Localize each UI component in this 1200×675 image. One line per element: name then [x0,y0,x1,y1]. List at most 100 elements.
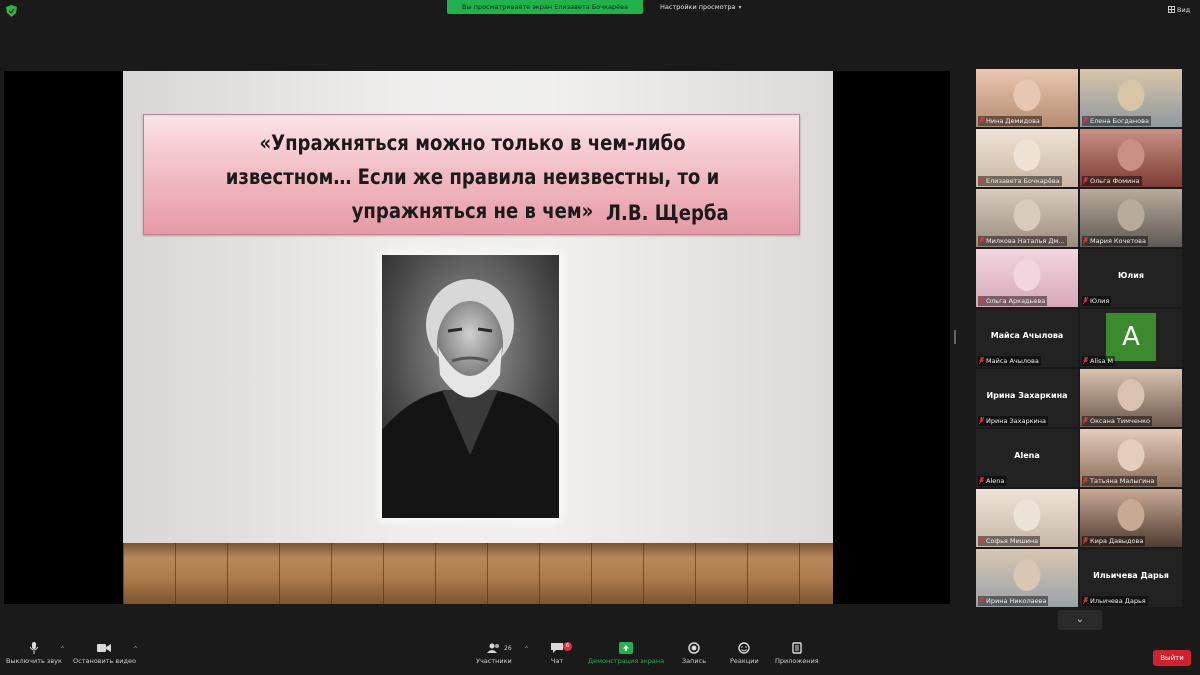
top-bar: Вы просматриваете экран Елизавета Бочкар… [0,0,1200,22]
participant-tile[interactable]: Кира Давыдова [1080,489,1182,547]
quote-author: Л.В. Щерба [606,201,729,225]
audio-options-caret[interactable]: ^ [60,646,65,653]
layout-view-button[interactable]: Вид [1168,6,1190,14]
participant-tile[interactable]: A Alisa M [1080,309,1182,367]
participant-tile[interactable]: Мария Кочетова [1080,189,1182,247]
participants-icon [486,643,499,653]
participant-name-label: Нина Демидова [978,116,1042,126]
participant-tile[interactable]: Елена Богданова [1080,69,1182,127]
participant-name-label: Alena [978,476,1007,486]
participant-tile[interactable]: Оксана Тимченко [1080,369,1182,427]
muted-microphone-icon [1083,117,1088,124]
resize-handle[interactable] [954,330,956,344]
muted-microphone-icon [979,117,984,124]
apps-icon [792,642,802,654]
participant-name-label: Татьяна Малыгина [1082,476,1157,486]
participant-avatar: A [1106,313,1156,361]
participant-tile[interactable]: Alena Alena [976,429,1078,487]
participant-tile[interactable]: Нина Демидова [976,69,1078,127]
participant-tile[interactable]: Милкова Наталья Дм... [976,189,1078,247]
microphone-icon [29,642,39,654]
record-button[interactable]: Запись [682,642,706,665]
chat-label: Чат [550,657,564,665]
muted-microphone-icon [979,537,984,544]
mute-button[interactable]: Выключить звук [6,642,62,665]
participant-name: Оксана Тимченко [1090,417,1150,425]
participant-name: Кира Давыдова [1090,537,1144,545]
participant-display-name: Alena [1014,451,1040,460]
participants-label: Участники [476,657,512,665]
gallery-scroll-down-button[interactable]: ⌄ [1058,610,1102,630]
muted-microphone-icon [979,417,984,424]
participant-name-label: Ирина Захаркина [978,416,1049,426]
reactions-icon [738,642,751,654]
chevron-down-icon: ▾ [738,4,742,11]
participant-name: Ильичева Дарья [1090,597,1146,605]
participant-tile[interactable]: Юлия Юлия [1080,249,1182,307]
muted-microphone-icon [979,357,984,364]
zoom-meeting-window: Вы просматриваете экран Елизавета Бочкар… [0,0,1200,675]
leave-meeting-button[interactable]: Выйти [1153,650,1191,666]
stop-video-label: Остановить видео [73,657,136,665]
muted-microphone-icon [1083,477,1088,484]
grid-icon [1168,6,1175,13]
participant-tile[interactable]: Ольга Аркадьева [976,249,1078,307]
participant-name: Софья Мишина [986,537,1039,545]
muted-microphone-icon [1083,177,1088,184]
apps-button[interactable]: Приложения [775,642,819,665]
reactions-button[interactable]: Реакции [730,642,759,665]
participant-name: Мария Кочетова [1090,237,1146,245]
participant-name: Alisa M [1090,357,1114,365]
participant-tile[interactable]: Татьяна Малыгина [1080,429,1182,487]
participant-name-label: Мария Кочетова [1082,236,1148,246]
participant-display-name: Юлия [1118,271,1144,280]
view-options-label: Настройки просмотра [660,3,736,11]
participant-tile[interactable]: Майса Ачылова Майса Ачылова [976,309,1078,367]
chat-button[interactable]: Чат [550,642,564,665]
participant-name: Ольга Аркадьева [986,297,1046,305]
participant-name-label: Майса Ачылова [978,356,1041,366]
muted-microphone-icon [979,297,984,304]
wooden-floor [123,543,833,604]
participant-name-label: Софья Мишина [978,536,1041,546]
participant-name: Ольга Фомина [1090,177,1140,185]
participant-name: Ирина Николаева [986,597,1047,605]
record-label: Запись [682,657,707,665]
participant-name-label: Оксана Тимченко [1082,416,1152,426]
participants-count: 26 [504,645,512,652]
shared-screen[interactable]: «Упражняться можно только в чем-либо изв… [4,71,950,604]
participant-name: Майса Ачылова [986,357,1039,365]
muted-microphone-icon [1083,237,1088,244]
muted-microphone-icon [1083,537,1088,544]
share-screen-icon [619,642,634,654]
participant-name: Alena [986,477,1005,485]
mute-label: Выключить звук [6,657,62,665]
chat-unread-badge: 6 [563,642,572,651]
participants-caret[interactable]: ^ [524,646,529,653]
participant-tile[interactable]: Елизавета Бочкарёва [976,129,1078,187]
participant-tile[interactable]: Софья Мишина [976,489,1078,547]
participant-name: Татьяна Малыгина [1090,477,1155,485]
layout-view-label: Вид [1177,6,1191,14]
participant-name-label: Юлия [1082,296,1112,306]
participant-name-label: Ольга Фомина [1082,176,1142,186]
participant-name-label: Ирина Николаева [978,596,1049,606]
stop-video-button[interactable]: Остановить видео [73,642,136,665]
participant-tile[interactable]: Ирина Захаркина Ирина Захаркина [976,369,1078,427]
muted-microphone-icon [1083,357,1088,364]
view-options-button[interactable]: Настройки просмотра ▾ [660,0,742,14]
participant-tile[interactable]: Ильичева Дарья Ильичева Дарья [1080,549,1182,607]
participant-name: Ирина Захаркина [986,417,1047,425]
participant-name-label: Елизавета Бочкарёва [978,176,1062,186]
video-options-caret[interactable]: ^ [133,646,138,653]
participant-name-label: Ольга Аркадьева [978,296,1048,306]
participant-name-label: Елена Богданова [1082,116,1151,126]
participant-display-name: Майса Ачылова [990,331,1064,340]
participant-name-label: Ильичева Дарья [1082,596,1148,606]
share-screen-button[interactable]: Демонстрация экрана [588,642,664,665]
participant-tile[interactable]: Ольга Фомина [1080,129,1182,187]
shield-icon[interactable] [6,5,17,17]
participant-name-label: Милкова Наталья Дм... [978,236,1067,246]
participant-tile[interactable]: Ирина Николаева [976,549,1078,607]
muted-microphone-icon [1083,597,1088,604]
